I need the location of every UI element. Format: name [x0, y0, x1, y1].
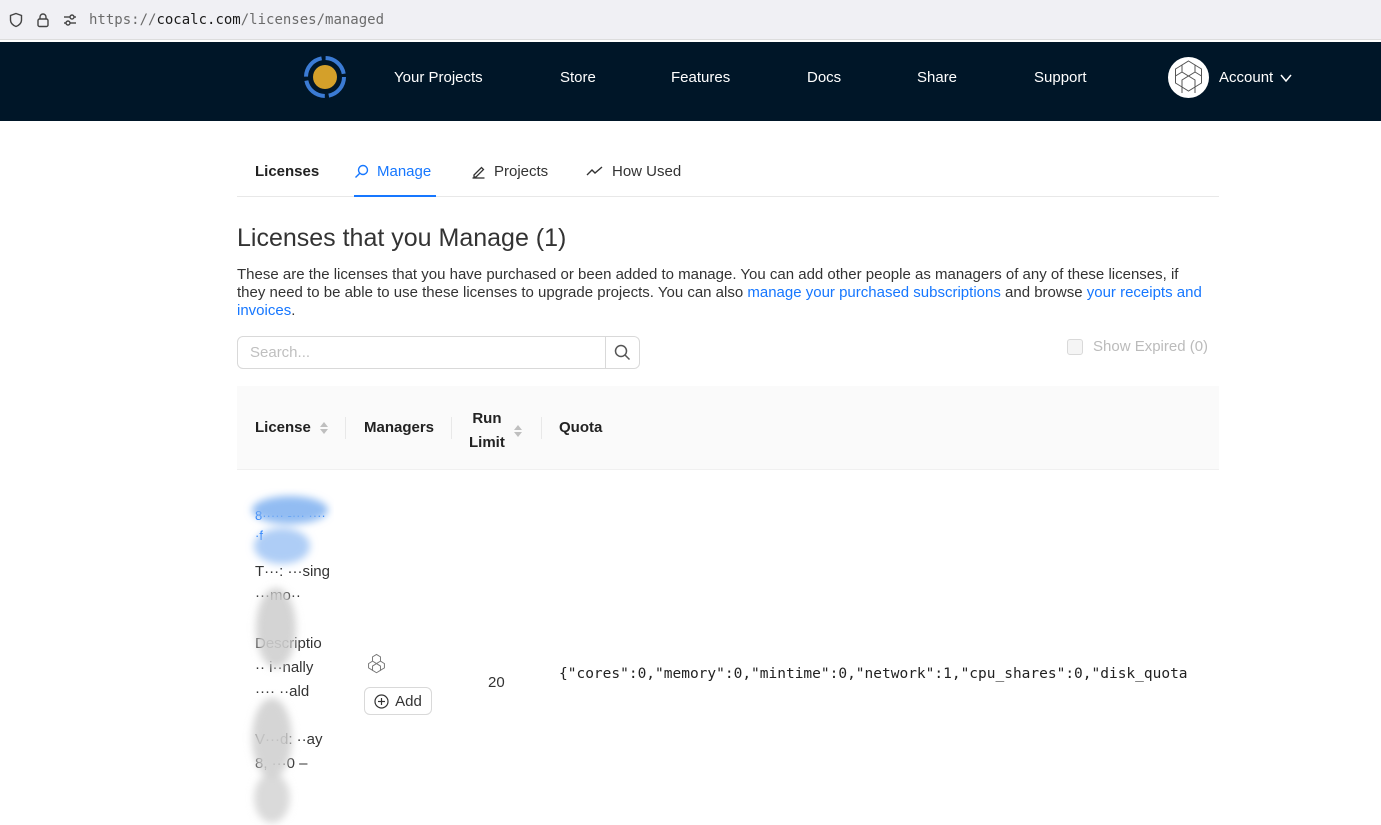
tab-licenses-label: Licenses — [255, 163, 320, 180]
license-tabs: Licenses Manage Projects How Used — [237, 148, 1219, 197]
column-run-limit[interactable]: Run Limit — [469, 407, 523, 455]
quota-value: {"cores":0,"memory":0,"mintime":0,"netwo… — [559, 666, 1188, 682]
sort-icon — [514, 425, 523, 437]
license-cell: 8····· -··· ·····f T···: ···sing ···mo··… — [255, 506, 330, 776]
tab-how-used-label: How Used — [612, 163, 682, 180]
avatar-pattern-icon — [1175, 60, 1202, 93]
page-title: Licenses that you Manage (1) — [237, 224, 567, 252]
avatar-pattern-icon — [368, 653, 385, 674]
add-manager-label: Add — [395, 692, 422, 710]
table-row: 8····· -··· ·····f T···: ···sing ···mo··… — [237, 470, 1219, 825]
line-chart-icon — [586, 166, 603, 176]
url-path: /licenses/managed — [240, 12, 385, 28]
nav-support[interactable]: Support — [1034, 69, 1087, 86]
browser-url-bar: https://cocalc.com/licenses/managed — [0, 0, 1381, 40]
license-id-link[interactable]: 8····· -··· ·····f — [255, 506, 330, 546]
account-menu[interactable]: Account — [1219, 69, 1292, 86]
avatar[interactable] — [1168, 57, 1209, 98]
plus-circle-icon — [374, 693, 389, 709]
column-separator — [541, 417, 542, 439]
add-manager-button[interactable]: Add — [364, 687, 432, 715]
table-header: License Managers Run Limit Quota — [237, 386, 1219, 470]
nav-your-projects[interactable]: Your Projects — [394, 69, 483, 86]
nav-share[interactable]: Share — [917, 69, 957, 86]
column-license[interactable]: License — [255, 419, 329, 436]
page-description: These are the licenses that you have pur… — [237, 266, 1207, 320]
chevron-down-icon — [1280, 74, 1292, 83]
column-run-limit-label-1: Run — [472, 410, 502, 427]
column-managers: Managers — [364, 419, 435, 436]
url-scheme: https:// — [89, 12, 157, 28]
desc-text-3: . — [291, 302, 296, 319]
column-separator — [451, 417, 452, 439]
sort-icon — [320, 422, 329, 435]
tab-projects-label: Projects — [494, 163, 549, 180]
run-limit-value: 20 — [488, 674, 505, 691]
show-expired-label: Show Expired (0) — [1093, 338, 1209, 355]
license-search — [237, 336, 640, 369]
top-navigation: Your Projects Store Features Docs Share … — [0, 42, 1381, 121]
search-icon — [614, 344, 631, 361]
manager-avatar[interactable] — [364, 652, 389, 677]
desc-text-2: and browse — [1000, 284, 1087, 301]
column-quota: Quota — [559, 419, 603, 436]
nav-store[interactable]: Store — [560, 69, 596, 86]
license-type: T···: ···sing ···mo·· — [255, 563, 330, 604]
column-license-label: License — [255, 419, 311, 436]
column-separator — [345, 417, 346, 439]
search-button[interactable] — [605, 337, 639, 368]
url-field[interactable]: https://cocalc.com/licenses/managed — [89, 12, 384, 28]
column-run-limit-label-2: Limit — [469, 434, 505, 451]
search-icon — [355, 164, 369, 178]
edit-icon — [472, 166, 485, 179]
tab-how-used[interactable]: How Used — [586, 163, 681, 180]
url-host: cocalc.com — [156, 12, 241, 28]
permissions-icon[interactable] — [62, 12, 78, 28]
shield-icon[interactable] — [8, 12, 24, 28]
search-input[interactable] — [238, 337, 606, 368]
nav-docs[interactable]: Docs — [807, 69, 841, 86]
active-tab-indicator — [354, 195, 436, 197]
license-valid-dates: V···d: ··ay 8, ···0 – — [255, 731, 323, 772]
nav-features[interactable]: Features — [671, 69, 730, 86]
cocalc-logo-icon[interactable] — [302, 54, 348, 100]
tab-manage[interactable]: Manage — [354, 163, 431, 180]
tab-projects[interactable]: Projects — [471, 163, 548, 180]
tab-licenses[interactable]: Licenses — [255, 163, 319, 180]
account-label: Account — [1219, 69, 1274, 86]
tab-manage-label: Manage — [377, 163, 432, 180]
checkbox-box[interactable] — [1067, 338, 1083, 355]
show-expired-checkbox[interactable]: Show Expired (0) — [1067, 338, 1208, 355]
manage-subscriptions-link[interactable]: manage your purchased subscriptions — [747, 284, 1000, 301]
lock-icon[interactable] — [35, 12, 51, 28]
license-description: Descriptio ·· i··nally ···· ··ald — [255, 635, 322, 700]
